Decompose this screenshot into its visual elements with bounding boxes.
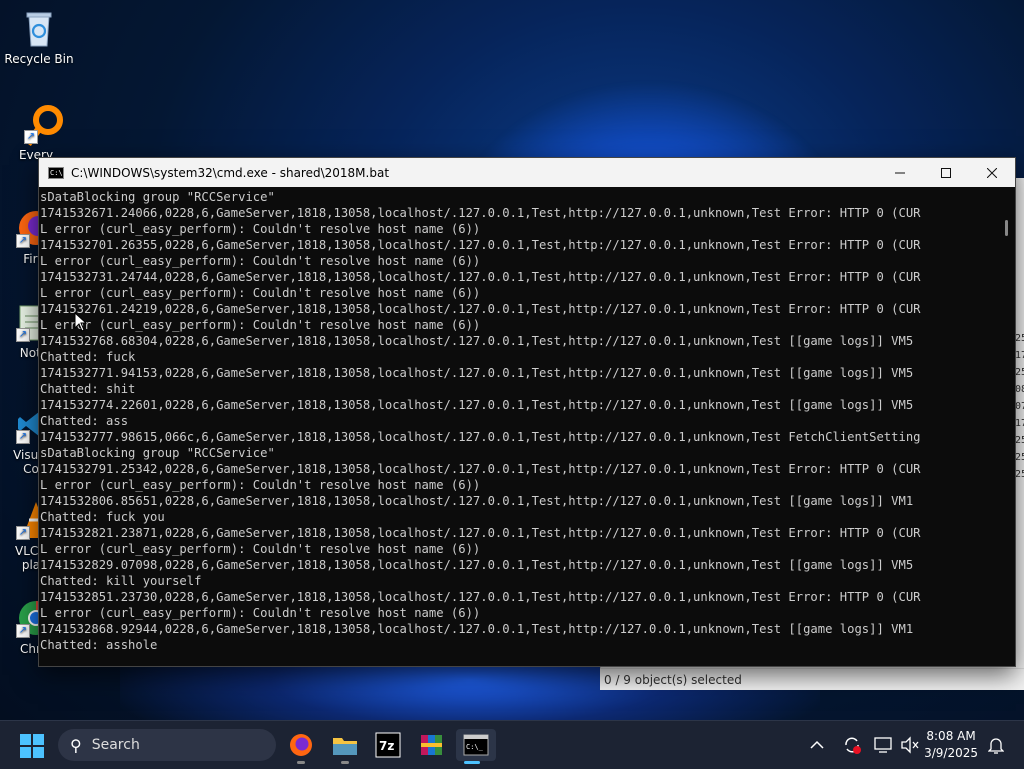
console-line: Chatted: fuck — [40, 350, 136, 364]
terminal-icon: C:\_ — [463, 734, 489, 756]
svg-text:C:\_: C:\_ — [466, 743, 484, 751]
console-line: Chatted: ass — [40, 414, 129, 428]
explorer-edge-digit: 08 — [1015, 384, 1024, 395]
console-line: Chatted: shit — [40, 382, 136, 396]
console-line: L error (curl_easy_perform): Couldn't re… — [40, 318, 481, 332]
console-line: L error (curl_easy_perform): Couldn't re… — [40, 254, 481, 268]
console-line: sDataBlocking group "RCCService" — [40, 446, 275, 460]
console-line: 1741532761.24219,0228,6,GameServer,1818,… — [40, 302, 921, 316]
notifications-button[interactable] — [988, 721, 1004, 769]
network-icon — [874, 737, 892, 753]
search-icon: ⚲ — [70, 735, 82, 755]
console-line: sDataBlocking group "RCCService" — [40, 190, 275, 204]
console-line: L error (curl_easy_perform): Couldn't re… — [40, 606, 481, 620]
minimize-button[interactable] — [877, 158, 923, 187]
search-label: Search — [91, 737, 140, 753]
console-line: 1741532771.94153,0228,6,GameServer,1818,… — [40, 366, 914, 380]
cmd-window[interactable]: C:\ C:\WINDOWS\system32\cmd.exe - shared… — [38, 157, 1016, 667]
sync-alert-icon — [845, 737, 861, 754]
explorer-edge-digits: 25 17 25 08 07 17 25 25 25 — [1015, 330, 1024, 483]
tray-network-button[interactable] — [874, 721, 894, 769]
tray-overflow-button[interactable] — [810, 721, 824, 769]
shortcut-arrow-icon: ↗ — [16, 526, 30, 540]
maximize-icon — [941, 167, 951, 178]
clock-time: 8:08 AM — [926, 729, 976, 743]
shortcut-arrow-icon: ↗ — [16, 430, 30, 444]
explorer-status-bar: 0 / 9 object(s) selected — [600, 668, 1024, 690]
console-line: L error (curl_easy_perform): Couldn't re… — [40, 542, 481, 556]
console-line: L error (curl_easy_perform): Couldn't re… — [40, 478, 481, 492]
desktop-icon-label: Recycle Bin — [4, 52, 74, 66]
explorer-edge-digit: 25 — [1015, 333, 1024, 344]
explorer-edge-digit: 25 — [1015, 367, 1024, 378]
taskbar-clock[interactable]: 8:08 AM 3/9/2025 — [924, 728, 978, 762]
maximize-button[interactable] — [923, 158, 969, 187]
console-line: Chatted: kill yourself — [40, 574, 202, 588]
close-icon — [987, 167, 997, 178]
console-line: 1741532768.68304,0228,6,GameServer,1818,… — [40, 334, 914, 348]
taskbar: ⚲ Search 7z C:\_ 8:08 AM 3/9/2025 — [0, 720, 1024, 769]
desktop-icon-recycle-bin[interactable]: Recycle Bin — [0, 8, 78, 66]
console-line: Chatted: fuck you — [40, 510, 165, 524]
7zip-icon: 7z — [375, 732, 401, 758]
console-line: 1741532868.92944,0228,6,GameServer,1818,… — [40, 622, 914, 636]
taskbar-file-explorer[interactable] — [329, 729, 361, 764]
console-line: 1741532774.22601,0228,6,GameServer,1818,… — [40, 398, 914, 412]
file-explorer-icon — [333, 738, 357, 755]
chevron-up-icon — [810, 740, 824, 749]
taskbar-firefox[interactable] — [285, 729, 317, 764]
winrar-icon — [421, 735, 442, 755]
console-line: Chatted: asshole — [40, 638, 158, 652]
tray-update-button[interactable] — [842, 721, 862, 769]
tray-volume-button[interactable] — [900, 721, 920, 769]
shortcut-arrow-icon: ↗ — [16, 624, 30, 638]
shortcut-arrow-icon: ↗ — [16, 328, 30, 342]
volume-muted-icon — [901, 736, 919, 754]
cmd-titlebar[interactable]: C:\ C:\WINDOWS\system32\cmd.exe - shared… — [39, 158, 1015, 187]
shortcut-arrow-icon: ↗ — [24, 130, 38, 144]
everything-search-icon: ↗ — [24, 104, 64, 147]
console-line: 1741532777.98615,066c,6,GameServer,1818,… — [40, 430, 921, 444]
close-button[interactable] — [969, 158, 1015, 187]
explorer-edge-digit: 17 — [1015, 350, 1024, 361]
taskbar-7zip[interactable]: 7z — [372, 729, 404, 761]
explorer-edge-digit: 25 — [1015, 452, 1024, 463]
console-scrollbar[interactable] — [997, 187, 1015, 666]
console-line: 1741532829.07098,0228,6,GameServer,1818,… — [40, 558, 914, 572]
console-output[interactable]: sDataBlocking group "RCCService" 17415326… — [39, 187, 997, 666]
cmd-app-icon: C:\ — [48, 166, 64, 179]
clock-date: 3/9/2025 — [924, 746, 978, 760]
explorer-edge-digit: 25 — [1015, 469, 1024, 480]
taskbar-terminal[interactable]: C:\_ — [456, 729, 496, 764]
console-line: 1741532701.26355,0228,6,GameServer,1818,… — [40, 238, 921, 252]
desktop-icon-everything[interactable]: ↗ Every — [0, 104, 63, 162]
console-line: 1741532821.23871,0228,6,GameServer,1818,… — [40, 526, 921, 540]
firefox-icon — [290, 734, 312, 756]
console-line: L error (curl_easy_perform): Couldn't re… — [40, 222, 481, 236]
windows-logo-icon — [20, 734, 31, 745]
recycle-bin-icon — [19, 8, 59, 48]
mouse-cursor-icon — [74, 312, 88, 332]
console-line: L error (curl_easy_perform): Couldn't re… — [40, 286, 481, 300]
svg-text:7z: 7z — [379, 739, 394, 753]
start-button[interactable] — [20, 734, 44, 758]
console-line: 1741532791.25342,0228,6,GameServer,1818,… — [40, 462, 921, 476]
console-line: 1741532851.23730,0228,6,GameServer,1818,… — [40, 590, 921, 604]
taskbar-search[interactable]: ⚲ Search — [58, 729, 276, 761]
explorer-edge-digit: 07 — [1015, 401, 1024, 412]
explorer-edge-digit: 25 — [1015, 435, 1024, 446]
taskbar-winrar[interactable] — [416, 729, 448, 761]
scrollbar-thumb[interactable] — [1005, 220, 1008, 236]
console-line: 1741532806.85651,0228,6,GameServer,1818,… — [40, 494, 914, 508]
minimize-icon — [895, 172, 905, 173]
console-line: 1741532731.24744,0228,6,GameServer,1818,… — [40, 270, 921, 284]
bell-icon — [988, 738, 1004, 754]
console-line: 1741532671.24066,0228,6,GameServer,1818,… — [40, 206, 921, 220]
cmd-window-title: C:\WINDOWS\system32\cmd.exe - shared\201… — [71, 165, 390, 180]
explorer-edge-digit: 17 — [1015, 418, 1024, 429]
shortcut-arrow-icon: ↗ — [16, 234, 30, 248]
